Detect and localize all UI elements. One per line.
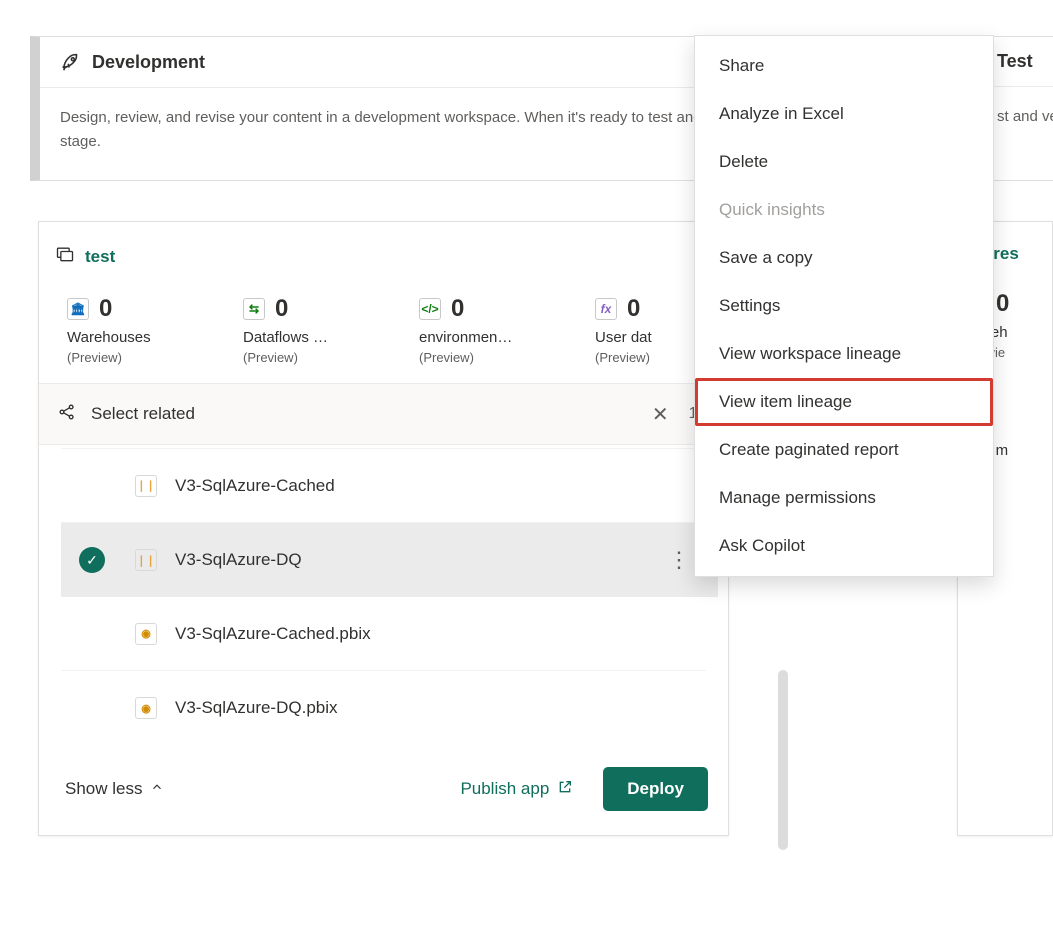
- workspace-footer: Show less Publish app Deploy: [39, 745, 728, 835]
- metric-count: 0: [275, 295, 288, 323]
- menu-label: Analyze in Excel: [719, 104, 844, 123]
- selected-check-icon: ✓: [79, 547, 105, 573]
- select-related-label[interactable]: Select related: [91, 404, 195, 424]
- menu-manage-permissions[interactable]: Manage permissions: [695, 474, 993, 522]
- menu-label: View workspace lineage: [719, 344, 901, 363]
- menu-create-paginated-report[interactable]: Create paginated report: [695, 426, 993, 474]
- metric-label: User dat: [595, 329, 695, 346]
- workspace-icon: [55, 244, 75, 269]
- item-context-menu: Share Analyze in Excel Delete Quick insi…: [694, 35, 994, 577]
- menu-label: Ask Copilot: [719, 536, 805, 555]
- pbix-icon: ◉: [135, 697, 157, 719]
- menu-label: View item lineage: [719, 392, 852, 411]
- clear-selection-button[interactable]: ✕: [644, 398, 677, 431]
- workspace-name: test: [85, 247, 115, 267]
- list-item-selected[interactable]: ✓ ❘❘ V3-SqlAzure-DQ ⋮: [61, 523, 718, 597]
- show-less-label: Show less: [65, 779, 142, 799]
- rocket-icon: [60, 51, 82, 73]
- item-name: V3-SqlAzure-Cached: [175, 476, 335, 496]
- menu-ask-copilot[interactable]: Ask Copilot: [695, 522, 993, 570]
- menu-quick-insights: Quick insights: [695, 186, 993, 234]
- metric-count: 0: [451, 295, 464, 323]
- metric-userdata[interactable]: fx 0 User dat (Preview): [595, 295, 695, 365]
- stage-title: Development: [92, 52, 205, 73]
- menu-label: Share: [719, 56, 764, 75]
- metric-count: 0: [996, 290, 1009, 318]
- workspace-card: test 🏛 0 Warehouses (Preview) ⇆ 0 Datafl…: [38, 221, 729, 836]
- metric-sub: (Preview): [595, 350, 695, 365]
- chevron-up-icon: [150, 779, 164, 799]
- dataset-icon: ❘❘: [135, 549, 157, 571]
- stage-description-test: st and verify, deploy the: [989, 87, 1053, 155]
- udf-icon: fx: [595, 298, 617, 320]
- warehouse-icon: 🏛: [67, 298, 89, 320]
- list-item[interactable]: ◉ V3-SqlAzure-DQ.pbix: [61, 671, 706, 745]
- metric-label: Warehouses: [67, 329, 243, 346]
- publish-app-label: Publish app: [460, 779, 549, 799]
- metric-sub: (Preview): [67, 350, 243, 365]
- menu-view-workspace-lineage[interactable]: View workspace lineage: [695, 330, 993, 378]
- dataset-icon: ❘❘: [135, 475, 157, 497]
- publish-app-link[interactable]: Publish app: [460, 779, 573, 800]
- metric-dataflows[interactable]: ⇆ 0 Dataflows … (Preview): [243, 295, 419, 365]
- workspace-title-row[interactable]: test: [39, 222, 728, 275]
- menu-label: Delete: [719, 152, 768, 171]
- stage-card-test: Test st and verify, deploy the: [988, 36, 1053, 181]
- menu-settings[interactable]: Settings: [695, 282, 993, 330]
- menu-analyze-in-excel[interactable]: Analyze in Excel: [695, 90, 993, 138]
- menu-label: Settings: [719, 296, 780, 315]
- metric-sub: (Preview): [419, 350, 595, 365]
- item-name: V3-SqlAzure-Cached.pbix: [175, 624, 371, 644]
- show-less-toggle[interactable]: Show less: [65, 779, 164, 799]
- item-name: V3-SqlAzure-DQ.pbix: [175, 698, 338, 718]
- menu-label: Manage permissions: [719, 488, 876, 507]
- list-item[interactable]: ◉ V3-SqlAzure-Cached.pbix: [61, 597, 706, 671]
- select-related-bar: Select related ✕ 1 s: [39, 383, 728, 445]
- metric-count: 0: [99, 295, 112, 323]
- metric-label: environmen…: [419, 329, 595, 346]
- metric-warehouses[interactable]: 🏛 0 Warehouses (Preview): [67, 295, 243, 365]
- list-item[interactable]: ❘❘ V3-SqlAzure-Cached: [61, 449, 706, 523]
- metric-count: 0: [627, 295, 640, 323]
- metric-environments[interactable]: </> 0 environmen… (Preview): [419, 295, 595, 365]
- stage-header-test: Test: [989, 37, 1053, 87]
- menu-share[interactable]: Share: [695, 42, 993, 90]
- stage-title: Test: [997, 51, 1033, 72]
- workspace-metrics: 🏛 0 Warehouses (Preview) ⇆ 0 Dataflows ……: [39, 275, 728, 383]
- deploy-button[interactable]: Deploy: [603, 767, 708, 811]
- item-list: ❘❘ V3-SqlAzure-Cached ✓ ❘❘ V3-SqlAzure-D…: [39, 445, 728, 745]
- menu-label: Save a copy: [719, 248, 813, 267]
- deploy-label: Deploy: [627, 779, 684, 798]
- menu-label: Create paginated report: [719, 440, 899, 459]
- pbix-icon: ◉: [135, 623, 157, 645]
- menu-view-item-lineage[interactable]: View item lineage: [695, 378, 993, 426]
- share-nodes-icon: [57, 402, 77, 427]
- scrollbar-thumb[interactable]: [778, 670, 788, 850]
- dataflow-icon: ⇆: [243, 298, 265, 320]
- item-name: V3-SqlAzure-DQ: [175, 550, 302, 570]
- external-link-icon: [557, 779, 573, 800]
- menu-label: Quick insights: [719, 200, 825, 219]
- menu-delete[interactable]: Delete: [695, 138, 993, 186]
- environment-icon: </>: [419, 298, 441, 320]
- menu-save-a-copy[interactable]: Save a copy: [695, 234, 993, 282]
- metric-sub: (Preview): [243, 350, 419, 365]
- metric-label: Dataflows …: [243, 329, 419, 346]
